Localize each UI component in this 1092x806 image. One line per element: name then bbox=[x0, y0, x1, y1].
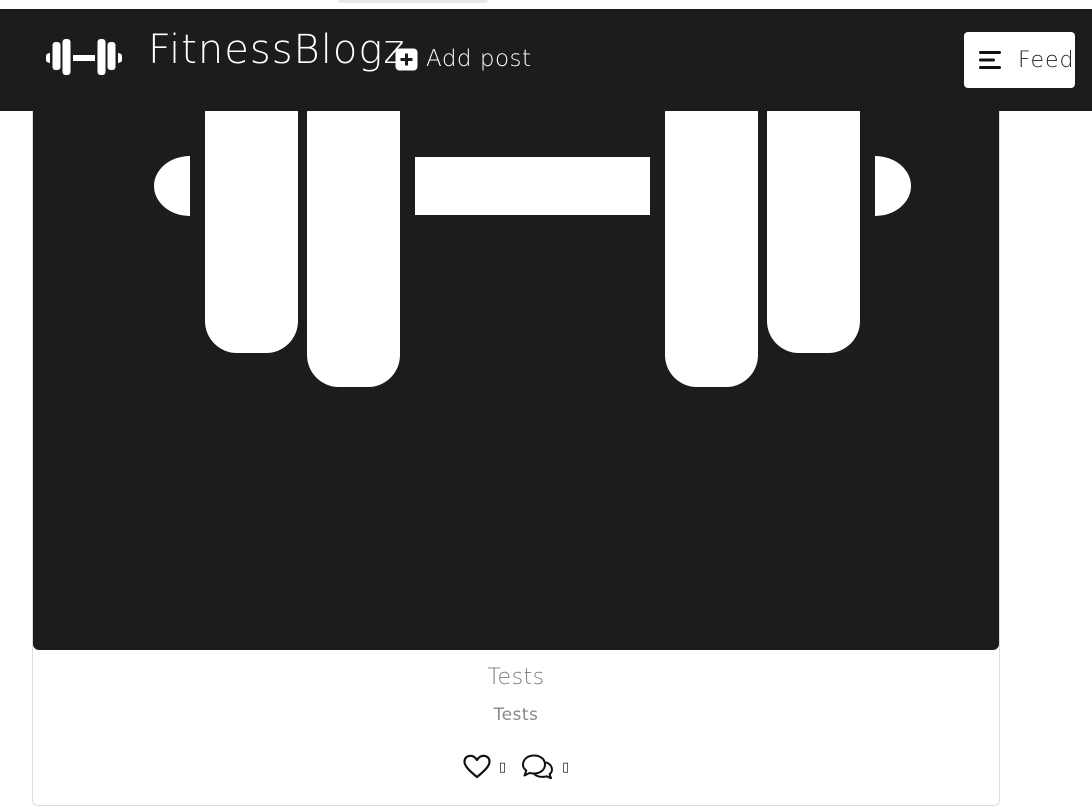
navbar: FitnessBlogz Add post Feed bbox=[0, 9, 1092, 111]
plus-square-icon bbox=[395, 48, 418, 70]
comment-count: ▯ bbox=[562, 759, 570, 775]
tab-hint bbox=[338, 0, 488, 3]
post-image[interactable] bbox=[33, 41, 999, 650]
feed-button[interactable]: Feed bbox=[964, 32, 1075, 88]
menu-icon bbox=[979, 51, 1001, 69]
like-count: ▯ bbox=[498, 759, 506, 775]
brand-logo[interactable] bbox=[45, 37, 123, 83]
heart-icon[interactable] bbox=[463, 754, 491, 780]
brand-name[interactable]: FitnessBlogz bbox=[148, 27, 405, 73]
dumbbell-icon bbox=[154, 81, 911, 387]
post-subtitle: Tests bbox=[493, 705, 539, 725]
comments-icon[interactable] bbox=[520, 753, 554, 781]
post-title: Tests bbox=[487, 665, 545, 690]
dumbbell-icon bbox=[45, 39, 123, 75]
post-actions: ▯ ▯ bbox=[33, 753, 999, 781]
comment-button[interactable]: ▯ bbox=[520, 753, 569, 781]
like-button[interactable]: ▯ bbox=[463, 754, 506, 780]
post-card[interactable]: Tests Tests ▯ ▯ bbox=[32, 40, 1000, 806]
add-post-link[interactable]: Add post bbox=[395, 46, 532, 72]
add-post-label: Add post bbox=[426, 46, 532, 72]
browser-top-strip bbox=[0, 0, 1092, 9]
feed-label: Feed bbox=[1018, 47, 1075, 73]
